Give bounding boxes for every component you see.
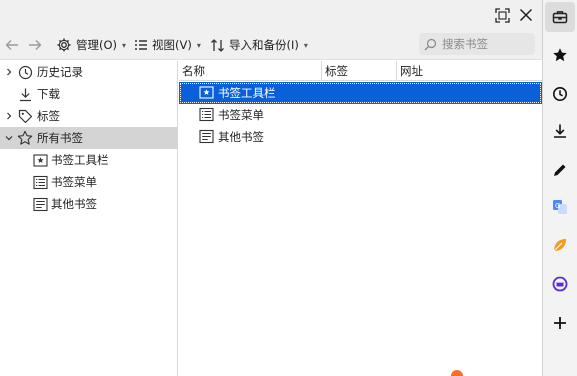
column-header-url[interactable]: 网址 bbox=[397, 61, 542, 81]
forward-arrow-icon bbox=[29, 40, 42, 50]
forward-button[interactable] bbox=[27, 30, 43, 60]
bookmarks-toolbar-icon bbox=[199, 85, 215, 101]
import-export-icon bbox=[211, 38, 224, 52]
folder-tree: 历史记录 下载 标签 所有书签 书签工具栏 书签菜单 其他书签 bbox=[0, 61, 178, 376]
gear-icon bbox=[57, 38, 71, 52]
tree-item-history[interactable]: 历史记录 bbox=[0, 61, 178, 83]
star-icon bbox=[553, 48, 567, 62]
browser-side-toolbar: G bbox=[543, 0, 577, 376]
chevron-right-icon[interactable] bbox=[4, 105, 14, 127]
chevron-down-icon: ▾ bbox=[303, 40, 308, 50]
downloads-button[interactable] bbox=[545, 116, 575, 146]
bookmarks-menu-icon bbox=[199, 107, 215, 123]
library-window: 管理(O) ▾ 视图(V) ▾ 导入和备份(I) ▾ 搜索书签 历史记录 下载 … bbox=[0, 0, 542, 376]
tree-item-tags[interactable]: 标签 bbox=[0, 105, 178, 127]
chevron-down-icon[interactable] bbox=[4, 127, 14, 149]
toolbox-button[interactable] bbox=[545, 2, 575, 32]
tree-item-bookmarks-toolbar[interactable]: 书签工具栏 bbox=[0, 149, 178, 171]
tree-item-label: 所有书签 bbox=[37, 131, 83, 145]
tree-item-label: 下载 bbox=[37, 87, 60, 101]
tag-icon bbox=[17, 108, 33, 124]
back-button[interactable] bbox=[4, 30, 20, 60]
translate-icon: G bbox=[553, 200, 567, 214]
close-button[interactable] bbox=[515, 4, 537, 26]
tree-item-all-bookmarks[interactable]: 所有书签 bbox=[0, 127, 178, 149]
history-icon bbox=[553, 87, 567, 101]
star-icon bbox=[17, 130, 33, 146]
bookmark-list: 名称 标签 网址 书签工具栏 书签菜单 其他书签 bbox=[179, 61, 542, 376]
title-bar bbox=[0, 0, 542, 30]
back-arrow-icon bbox=[5, 40, 18, 50]
clock-icon bbox=[17, 64, 33, 80]
fullscreen-icon bbox=[494, 7, 510, 23]
tree-item-label: 书签菜单 bbox=[51, 175, 97, 189]
column-header-name[interactable]: 名称 bbox=[179, 61, 322, 81]
fullscreen-button[interactable] bbox=[491, 4, 513, 26]
chevron-right-icon[interactable] bbox=[4, 61, 14, 83]
plus-icon bbox=[554, 317, 566, 329]
library-toolbar: 管理(O) ▾ 视图(V) ▾ 导入和备份(I) ▾ 搜索书签 bbox=[0, 30, 542, 60]
notification-dot bbox=[451, 370, 463, 376]
chevron-down-icon: ▾ bbox=[122, 40, 127, 50]
column-header-tags[interactable]: 标签 bbox=[322, 61, 397, 81]
shop-icon bbox=[552, 276, 568, 292]
tree-item-bookmarks-menu[interactable]: 书签菜单 bbox=[0, 171, 178, 193]
table-row[interactable]: 书签工具栏 bbox=[179, 82, 542, 104]
search-icon bbox=[424, 38, 437, 50]
tree-item-label: 书签工具栏 bbox=[51, 153, 109, 167]
download-icon bbox=[17, 86, 33, 102]
chevron-down-icon: ▾ bbox=[196, 40, 201, 50]
shop-extension-button[interactable] bbox=[545, 269, 575, 299]
manage-menu-button[interactable]: 管理(O) ▾ bbox=[56, 30, 126, 60]
svg-text:G: G bbox=[555, 202, 560, 210]
pen-icon bbox=[554, 164, 566, 176]
search-placeholder: 搜索书签 bbox=[442, 37, 488, 51]
tree-item-downloads[interactable]: 下载 bbox=[0, 83, 178, 105]
other-bookmarks-icon bbox=[32, 196, 48, 212]
search-input[interactable]: 搜索书签 bbox=[419, 33, 535, 55]
toolbox-icon bbox=[552, 11, 568, 24]
table-row[interactable]: 其他书签 bbox=[179, 126, 542, 148]
import-backup-menu-button[interactable]: 导入和备份(I) ▾ bbox=[210, 30, 308, 60]
translate-button[interactable]: G bbox=[545, 192, 575, 222]
tree-item-label: 其他书签 bbox=[51, 197, 97, 211]
manage-menu-label: 管理(O) bbox=[76, 38, 118, 52]
other-bookmarks-icon bbox=[199, 129, 215, 145]
import-backup-menu-label: 导入和备份(I) bbox=[229, 38, 299, 52]
list-view-icon bbox=[135, 40, 147, 50]
row-name: 书签菜单 bbox=[218, 108, 264, 122]
tree-item-label: 历史记录 bbox=[37, 65, 83, 79]
row-name: 书签工具栏 bbox=[218, 86, 276, 100]
bookmarks-button[interactable] bbox=[545, 40, 575, 70]
download-icon bbox=[554, 124, 566, 138]
add-button[interactable] bbox=[545, 308, 575, 338]
history-button[interactable] bbox=[545, 79, 575, 109]
bookmarks-menu-icon bbox=[32, 174, 48, 190]
bookmarks-toolbar-icon bbox=[32, 152, 48, 168]
view-menu-label: 视图(V) bbox=[152, 38, 192, 52]
tree-item-other-bookmarks[interactable]: 其他书签 bbox=[0, 193, 178, 215]
close-icon bbox=[519, 8, 533, 22]
notes-button[interactable] bbox=[545, 155, 575, 185]
row-name: 其他书签 bbox=[218, 130, 264, 144]
leaf-extension-button[interactable] bbox=[545, 230, 575, 260]
tree-item-label: 标签 bbox=[37, 109, 60, 123]
view-menu-button[interactable]: 视图(V) ▾ bbox=[134, 30, 201, 60]
leaf-icon bbox=[553, 239, 566, 252]
table-row[interactable]: 书签菜单 bbox=[179, 104, 542, 126]
